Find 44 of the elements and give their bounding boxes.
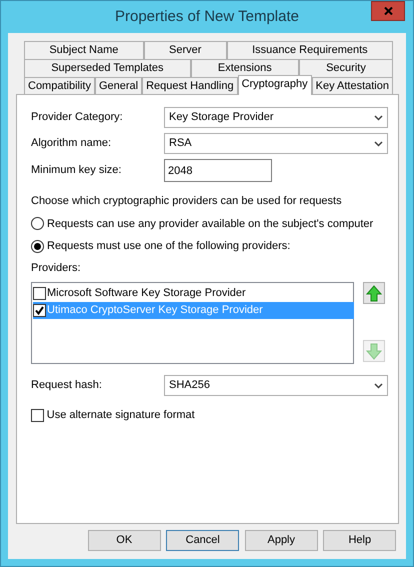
field-label: Provider Category: [31,110,124,126]
dialog-button[interactable]: Cancel [166,530,240,550]
checkmark-icon [35,306,44,315]
tab[interactable]: Compatibility [24,77,95,95]
chevron-down-icon [374,382,383,388]
tab[interactable]: General [94,77,142,95]
checkbox[interactable] [31,408,44,422]
dropdown[interactable]: SHA256 [164,375,388,396]
chevron-down-icon [374,114,383,120]
prompt-text: Choose which cryptographic providers can be used for requests [31,194,343,209]
tab[interactable]: Issuance Requirements [226,41,393,59]
tab[interactable]: Subject Name [24,41,144,59]
tab[interactable]: Request Handling [142,77,238,95]
close-button[interactable] [371,1,405,21]
field-label: Minimum key size: [31,163,122,178]
dialog-button[interactable]: Help [323,530,396,550]
move-up-button[interactable] [363,282,386,304]
dialog-button[interactable]: Apply [244,530,318,550]
tab[interactable]: Extensions [190,59,299,77]
list-item[interactable]: Microsoft Software Key Storage Provider [33,285,354,302]
tab[interactable]: Server [144,41,227,59]
dialog-button[interactable]: OK [88,530,161,550]
dropdown[interactable]: Key Storage Provider [164,107,388,128]
radio-label: Requests must use one of the following providers: [47,239,290,254]
input-field[interactable]: 2048 [164,159,272,182]
checkbox[interactable] [33,304,46,317]
down-arrow-icon [365,342,384,360]
checkbox-label: Use alternate signature format [46,408,195,423]
radio-label: Requests can use any provider available on the subject's computer [47,216,374,232]
tab[interactable]: Security [298,59,394,77]
field-label: Request hash: [31,378,103,394]
dropdown[interactable]: RSA [164,133,388,154]
tab[interactable]: Superseded Templates [24,59,191,77]
tab[interactable]: Cryptography [238,75,312,95]
chevron-down-icon [374,140,383,146]
up-arrow-icon [365,284,384,302]
checkbox[interactable] [33,287,46,300]
tab[interactable]: Key Attestation [312,77,393,95]
radio-button[interactable] [31,217,44,230]
field-label: Algorithm name: [31,136,112,152]
window-title: Properties of New Template [115,6,299,27]
radio-button[interactable] [31,240,44,253]
close-icon [384,7,392,15]
section-label: Providers: [31,261,82,276]
